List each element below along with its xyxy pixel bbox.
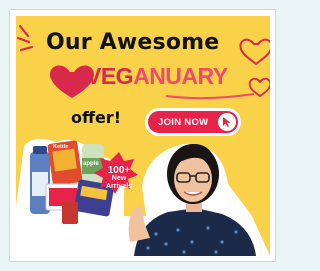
sauce-bottle: [62, 202, 78, 224]
new-arrivals-badge: 100+ New Arrivals: [102, 166, 136, 191]
brand-prefix: VEG: [86, 63, 134, 89]
brand-suffix: ANUARY: [133, 63, 228, 89]
veganuary-banner[interactable]: Our Awesome VEGANUARY offer! JOIN NOW 10…: [16, 16, 270, 256]
badge-arrivals: Arrivals: [105, 183, 133, 190]
badge-new: New: [111, 175, 127, 182]
promo-card[interactable]: Our Awesome VEGANUARY offer! JOIN NOW 10…: [9, 9, 276, 262]
banner-headline: Our Awesome: [46, 30, 220, 55]
pointer-cursor-icon: [218, 113, 236, 131]
chips-brand-label: Kettle: [53, 144, 69, 150]
brand-veganuary: VEGANUARY: [86, 63, 228, 90]
badge-count: 100+: [107, 165, 131, 176]
offer-text: offer!: [71, 108, 121, 127]
join-now-button[interactable]: JOIN NOW: [145, 108, 241, 136]
join-now-label: JOIN NOW: [158, 116, 209, 128]
can-brand-label: apple: [83, 161, 99, 167]
